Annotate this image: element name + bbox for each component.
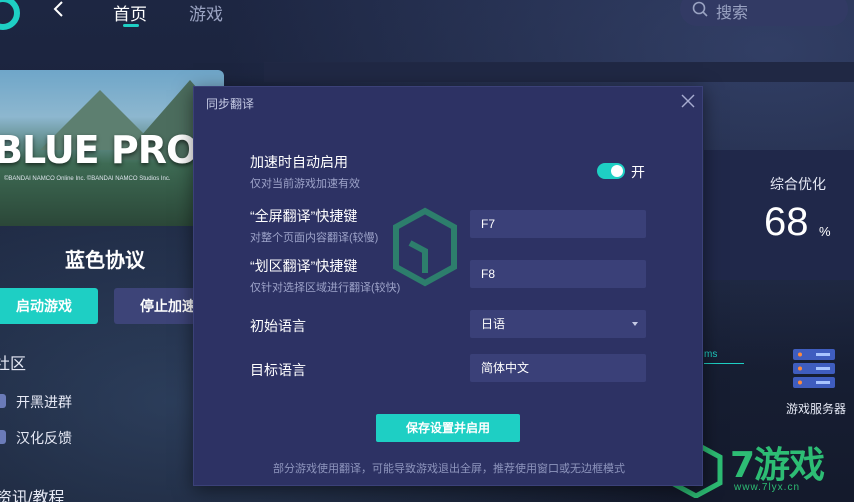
fullscreen-hotkey-field[interactable]: F7 — [470, 210, 646, 238]
back-arrow-icon[interactable] — [52, 0, 72, 22]
nav-tab-home[interactable]: 首页 — [113, 0, 147, 25]
region-hotkey-label: “划区翻译”快捷键 — [250, 258, 358, 274]
community-section-title: 社区 — [0, 356, 27, 373]
latency-line — [704, 363, 744, 364]
community-link-label: 汉化反馈 — [16, 430, 72, 446]
auto-enable-state: 开 — [631, 164, 645, 180]
active-tab-indicator — [123, 24, 139, 27]
watermark-logo-icon — [393, 207, 457, 287]
header-strip — [264, 62, 854, 82]
start-game-button[interactable]: 启动游戏 — [0, 288, 98, 324]
optimization-unit: % — [819, 224, 831, 239]
toggle-knob — [611, 165, 623, 177]
server-label: 游戏服务器 — [786, 402, 847, 416]
latency-unit: ms — [704, 349, 718, 360]
community-link-label: 开黑进群 — [16, 394, 72, 410]
target-language-field[interactable]: 简体中文 — [470, 354, 646, 382]
source-language-value: 日语 — [481, 317, 506, 331]
game-title: 蓝色协议 — [65, 250, 145, 272]
optimization-label: 综合优化 — [770, 176, 826, 192]
chevron-down-icon — [632, 322, 638, 326]
group-icon — [0, 394, 6, 408]
search-placeholder: 搜索 — [716, 5, 749, 22]
game-banner: BLUE PROTOCO ©BANDAI NAMCO Online Inc. ©… — [0, 70, 224, 226]
dialog-title: 同步翻译 — [206, 97, 255, 111]
close-icon[interactable] — [680, 93, 696, 109]
save-and-enable-button[interactable]: 保存设置并启用 — [376, 414, 520, 442]
top-nav: 首页 游戏 搜索 — [0, 0, 854, 40]
news-section-title: 资讯/教程 — [0, 490, 65, 502]
watermark-url: www.7lyx.cn — [734, 482, 801, 493]
search-input[interactable]: 搜索 — [680, 0, 848, 26]
server-icon — [793, 349, 835, 388]
auto-enable-hint: 仅对当前游戏加速有效 — [250, 178, 360, 190]
fullscreen-hotkey-hint: 对整个页面内容翻译(较慢) — [250, 232, 379, 244]
sync-translation-dialog: 同步翻译 加速时自动启用 仅对当前游戏加速有效 开 “全屏翻译”快捷键 对整个页… — [193, 86, 703, 486]
banner-title: BLUE PROTOCO — [0, 128, 224, 172]
watermark-text: 7游戏 — [730, 445, 825, 486]
optimization-value: 68 — [764, 200, 809, 244]
feedback-icon — [0, 430, 6, 444]
nav-tab-games[interactable]: 游戏 — [189, 0, 223, 25]
app-logo[interactable] — [0, 0, 20, 30]
banner-copyright: ©BANDAI NAMCO Online Inc. ©BANDAI NAMCO … — [4, 176, 171, 182]
source-language-label: 初始语言 — [250, 318, 306, 334]
fullscreen-hotkey-label: “全屏翻译”快捷键 — [250, 208, 358, 224]
region-hotkey-field[interactable]: F8 — [470, 260, 646, 288]
target-language-label: 目标语言 — [250, 362, 306, 378]
source-language-select[interactable]: 日语 — [470, 310, 646, 338]
region-hotkey-hint: 仅针对选择区域进行翻译(较快) — [250, 282, 401, 294]
game-card: BLUE PROTOCO ©BANDAI NAMCO Online Inc. ©… — [0, 70, 224, 502]
auto-enable-toggle[interactable] — [597, 163, 625, 179]
search-icon — [692, 1, 708, 17]
auto-enable-label: 加速时自动启用 — [250, 154, 348, 170]
dialog-footnote: 部分游戏使用翻译，可能导致游戏退出全屏，推荐使用窗口或无边框模式 — [273, 463, 625, 475]
